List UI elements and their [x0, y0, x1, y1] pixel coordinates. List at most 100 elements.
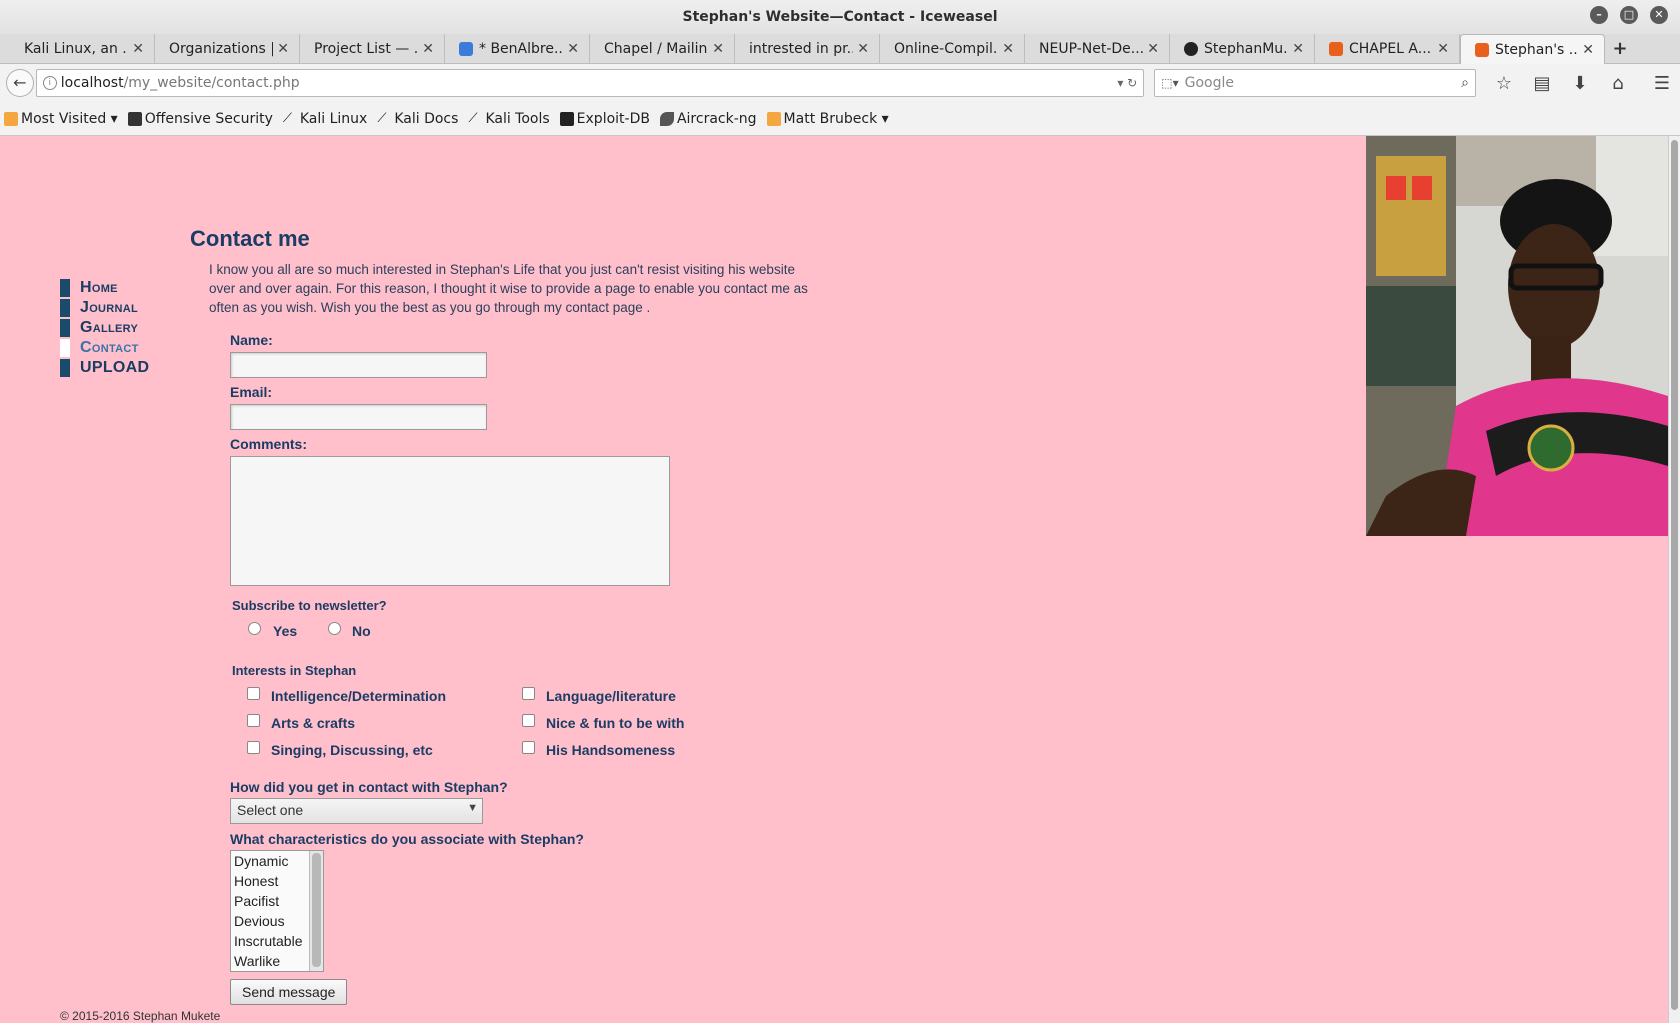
tab-close-icon[interactable]: ✕ — [132, 41, 144, 57]
info-icon[interactable]: i — [42, 76, 57, 90]
interest-checkbox[interactable] — [247, 741, 260, 754]
bookmark-item[interactable]: Offensive Security — [127, 110, 273, 127]
home-icon[interactable]: ⌂ — [1606, 73, 1630, 94]
scroll-thumb[interactable] — [312, 853, 321, 967]
back-arrow-icon[interactable]: ← — [6, 69, 34, 97]
interests-label: Interests in Stephan — [232, 663, 357, 678]
navigation-bar: ← i localhost /my_website/contact.php ▾ … — [0, 64, 1680, 102]
kali-dragon-icon: ⟋ — [377, 110, 387, 126]
menu-icon[interactable]: ☰ — [1650, 73, 1674, 94]
new-tab-icon[interactable]: + — [1605, 34, 1635, 64]
kali-dragon-icon: ⟋ — [468, 110, 478, 126]
page-content: Home Journal Gallery Contact UPLOAD Cont… — [0, 136, 1668, 1023]
nav-label[interactable]: Gallery — [80, 319, 138, 337]
tab-close-icon[interactable]: ✕ — [567, 41, 579, 57]
tab-close-icon[interactable]: ✕ — [712, 41, 724, 57]
reload-icon[interactable]: ▾ ↻ — [1117, 76, 1137, 90]
rss-icon — [766, 111, 781, 126]
tab[interactable]: Project List — ... ✕ — [300, 34, 445, 64]
tab[interactable]: intrested in pr... ✕ — [735, 34, 880, 64]
site-nav: Home Journal Gallery Contact UPLOAD — [60, 278, 149, 378]
interest-checkbox[interactable] — [522, 687, 535, 700]
interest-label: Arts & crafts — [271, 715, 356, 731]
reading-list-icon[interactable]: ▤ — [1530, 73, 1554, 94]
send-message-button[interactable]: Send message — [230, 979, 348, 1005]
nav-label[interactable]: UPLOAD — [80, 359, 149, 377]
bookmark-item[interactable]: Matt Brubeck ▾ — [766, 111, 889, 127]
bookmark-item[interactable]: ⟋ Kali Tools — [468, 111, 549, 127]
no-label: No — [352, 623, 371, 639]
blue-app-icon — [459, 42, 473, 56]
tab-label: Organizations |... — [169, 41, 273, 57]
search-input[interactable]: Google — [1185, 75, 1462, 91]
search-engine-icon[interactable]: ⬚▾ — [1161, 76, 1178, 90]
tab-close-icon[interactable]: ✕ — [1147, 41, 1159, 57]
minimize-icon[interactable]: – — [1590, 6, 1608, 24]
tab[interactable]: Organizations |...✕ — [155, 34, 300, 64]
search-icon[interactable]: ⌕ — [1461, 75, 1469, 91]
bookmark-item[interactable]: Aircrack-ng — [659, 111, 757, 127]
interest-checkbox[interactable] — [522, 741, 535, 754]
bookmark-item[interactable]: ⟋ Kali Docs — [377, 111, 458, 127]
tab-active[interactable]: Stephan's ... ✕ — [1460, 34, 1605, 65]
site-nav-item-home[interactable]: Home — [60, 278, 149, 298]
listbox-scrollbar[interactable] — [309, 851, 323, 971]
tab-close-icon[interactable]: ✕ — [1582, 42, 1594, 58]
bookmark-label: Most Visited ▾ — [21, 110, 118, 127]
bookmark-label: Exploit-DB — [576, 110, 650, 127]
nav-label[interactable]: Home — [80, 279, 118, 297]
characteristics-listbox[interactable]: Dynamic Honest Pacifist Devious Inscruta… — [230, 850, 324, 972]
download-icon[interactable]: ⬇ — [1568, 73, 1592, 94]
page-scrollbar[interactable] — [1668, 136, 1680, 1023]
tab-label: Stephan's ... — [1495, 42, 1579, 58]
name-label: Name: — [230, 332, 273, 348]
tab-label: intrested in pr... — [749, 41, 854, 57]
tab-close-icon[interactable]: ✕ — [857, 41, 869, 57]
subscribe-yes-radio[interactable] — [248, 622, 261, 635]
comments-label: Comments: — [230, 436, 308, 452]
bookmark-label: Offensive Security — [144, 110, 273, 127]
site-nav-item-gallery[interactable]: Gallery — [60, 318, 149, 338]
subscribe-no-radio[interactable] — [328, 622, 341, 635]
tab-close-icon[interactable]: ✕ — [1002, 41, 1014, 57]
bookmark-item[interactable]: ⟋ Kali Linux — [283, 111, 367, 127]
toolbar-icons: ☆ ▤ ⬇ ⌂ ☰ — [1492, 73, 1674, 94]
bookmark-item[interactable]: Exploit-DB — [559, 110, 650, 127]
interest-checkbox[interactable] — [247, 687, 260, 700]
search-bar[interactable]: ⬚▾ Google ⌕ — [1154, 69, 1476, 97]
orange-icon — [1329, 42, 1343, 56]
bookmark-item[interactable]: Most Visited ▾ — [4, 111, 118, 127]
tab[interactable]: CHAPEL A... ✕ — [1315, 34, 1460, 64]
tab[interactable]: Kali Linux, an ... ✕ — [10, 34, 155, 64]
nav-label[interactable]: Journal — [80, 299, 138, 317]
interest-checkbox[interactable] — [247, 714, 260, 727]
url-path: /my_website/contact.php — [123, 75, 300, 91]
maximize-icon[interactable]: □ — [1620, 6, 1638, 24]
tab[interactable]: Chapel / Mailin...✕ — [590, 34, 735, 64]
tab[interactable]: StephanMu... ✕ — [1170, 34, 1315, 64]
name-field[interactable] — [230, 352, 487, 378]
site-nav-item-contact[interactable]: Contact — [60, 338, 149, 358]
site-nav-item-journal[interactable]: Journal — [60, 298, 149, 318]
interest-checkbox[interactable] — [522, 714, 535, 727]
url-bar[interactable]: i localhost /my_website/contact.php ▾ ↻ — [35, 69, 1145, 97]
tab-close-icon[interactable]: ✕ — [1292, 41, 1304, 57]
kali-dragon-icon: ⟋ — [282, 110, 292, 126]
bookmark-star-icon[interactable]: ☆ — [1492, 73, 1516, 94]
interest-label: Singing, Discussing, etc — [271, 742, 433, 758]
scroll-thumb[interactable] — [1671, 140, 1678, 1010]
tab[interactable]: * BenAlbre... ✕ — [445, 34, 590, 64]
tab-close-icon[interactable]: ✕ — [277, 41, 289, 57]
nav-label[interactable]: Contact — [80, 339, 139, 357]
tab-close-icon[interactable]: ✕ — [1437, 41, 1449, 57]
email-field[interactable] — [230, 404, 487, 430]
tab-label: StephanMu... — [1204, 41, 1289, 57]
tab[interactable]: Online-Compil... ✕ — [880, 34, 1025, 64]
contact-method-select[interactable]: Select one ▼ — [230, 798, 483, 824]
site-nav-item-upload[interactable]: UPLOAD — [60, 358, 149, 378]
close-icon[interactable]: ✕ — [1650, 6, 1668, 24]
interest-label: Nice & fun to be with — [546, 715, 685, 731]
tab[interactable]: NEUP-Net-De... ✕ — [1025, 34, 1170, 64]
tab-close-icon[interactable]: ✕ — [422, 41, 434, 57]
comments-textarea[interactable] — [230, 456, 670, 586]
